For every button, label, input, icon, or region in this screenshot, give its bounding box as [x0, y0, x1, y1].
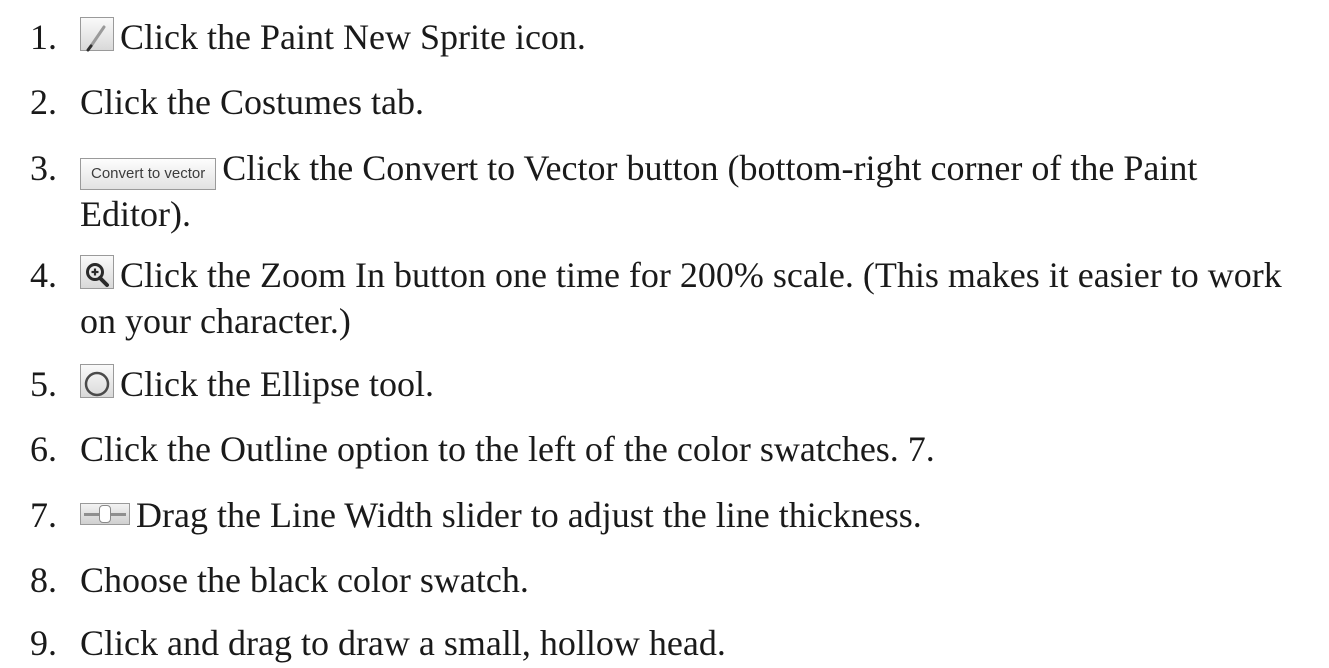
step-text: Click the Costumes tab. — [80, 82, 424, 122]
step-number: 4. — [30, 255, 57, 295]
step-text: Click the Zoom In button one time for 20… — [80, 255, 1282, 341]
step-number: 3. — [30, 148, 57, 188]
step-number: 1. — [30, 17, 57, 57]
step-text: Click the Convert to Vector button (bott… — [80, 148, 1198, 234]
step-number: 7. — [30, 495, 57, 535]
zoom-in-icon — [80, 255, 114, 289]
step-number: 2. — [30, 82, 57, 122]
step-number: 5. — [30, 364, 57, 404]
step-text: Click the Outline option to the left of … — [80, 429, 935, 469]
step-number: 6. — [30, 429, 57, 469]
line-width-slider-icon — [80, 503, 130, 525]
step-text: Choose the black color swatch. — [80, 560, 529, 600]
brush-icon — [80, 17, 114, 52]
step-number: 8. — [30, 560, 57, 600]
step-number: 9. — [30, 623, 57, 663]
step-text: Drag the Line Width slider to adjust the… — [136, 495, 922, 535]
step-text: Click the Paint New Sprite icon. — [120, 17, 586, 57]
slider-thumb — [99, 505, 111, 523]
ellipse-icon — [80, 364, 114, 398]
step-text: Click the Ellipse tool. — [120, 364, 434, 404]
step-text: Click and drag to draw a small, hollow h… — [80, 623, 726, 663]
convert-to-vector-button: Convert to vector — [80, 158, 217, 190]
